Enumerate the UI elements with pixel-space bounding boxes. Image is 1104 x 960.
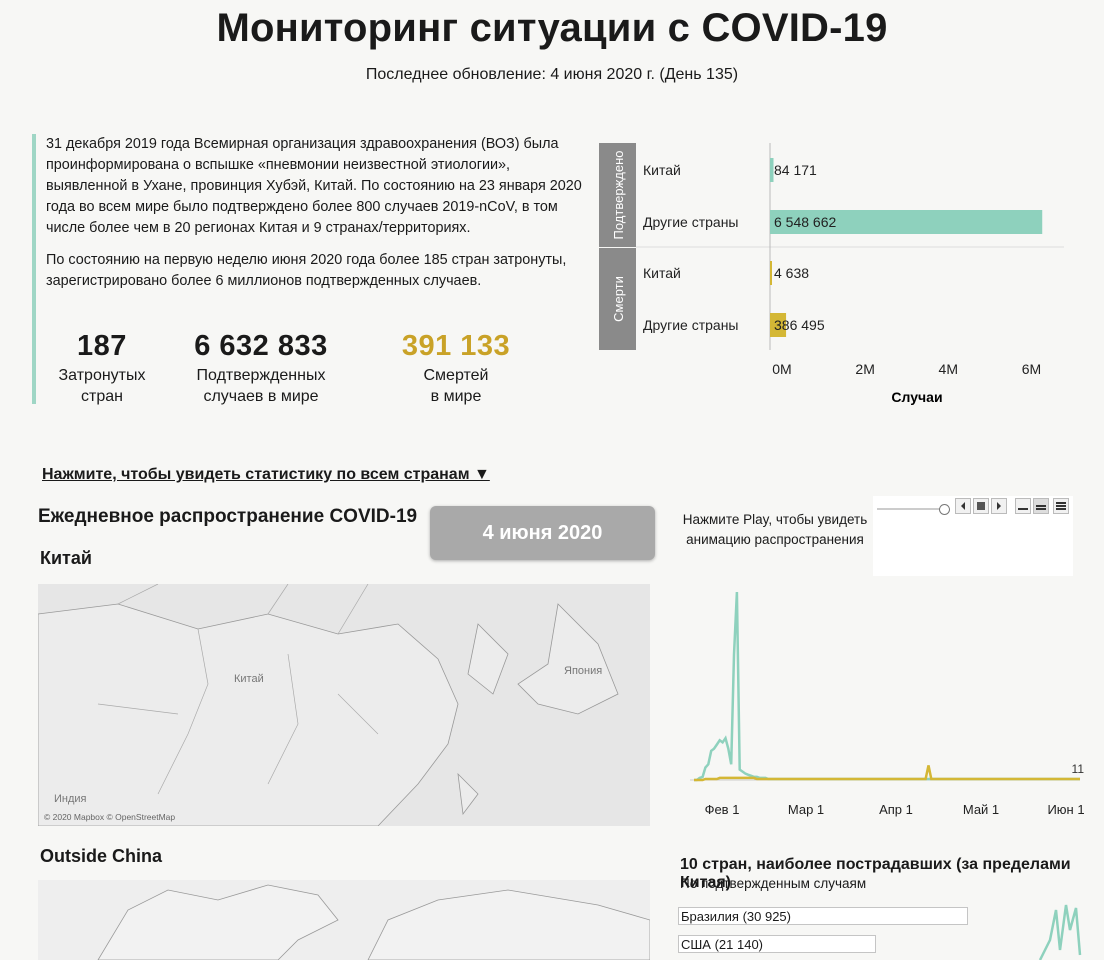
top10-bar[interactable]: Бразилия (30 925): [678, 907, 968, 925]
outside-china-label: Outside China: [40, 846, 163, 866]
trend-ticks: Фев 1 Мар 1 Апр 1 Май 1 Июн 1: [705, 802, 1085, 817]
speed-fast-icon[interactable]: [1053, 498, 1069, 514]
x-tick-label: 0M: [772, 361, 791, 377]
world-map[interactable]: [38, 880, 650, 960]
stat-deaths: 391 133 Смертей в мире: [376, 330, 536, 407]
prev-icon[interactable]: [955, 498, 971, 514]
bar-value-label: 6 548 662: [774, 214, 836, 230]
stat-confirmed-label-2: случаев в мире: [203, 388, 319, 405]
stat-confirmed-value: 6 632 833: [194, 330, 328, 362]
stat-countries-label-1: Затронутых: [58, 367, 146, 384]
bar-value-label: 4 638: [774, 265, 809, 281]
eurasia-landmass: [367, 889, 650, 960]
top10-sparkline-path: [1038, 904, 1082, 960]
map-attribution: © 2020 Mapbox © OpenStreetMap: [44, 812, 175, 822]
cases-axis-label: Случаи: [891, 389, 942, 405]
trend-tick-label: Фев 1: [705, 802, 740, 817]
slider-knob-icon[interactable]: [939, 504, 950, 515]
bar-category-label: Другие страны: [643, 317, 739, 333]
bar-category-label: Китай: [643, 265, 681, 281]
map-label-china: Китай: [234, 673, 264, 685]
trend-line-confirmed: [694, 591, 1080, 782]
bar: [770, 158, 774, 182]
group-label-deaths: Смерти: [611, 276, 626, 322]
china-map-shapes: Китай Япония Индия © 2020 Mapbox © OpenS…: [38, 584, 619, 826]
daily-spread-heading: Ежедневное распространение COVID-19: [38, 506, 418, 527]
korea-landmass: [467, 623, 509, 695]
top10-bar[interactable]: США (21 140): [678, 935, 876, 953]
speed-slow-icon[interactable]: [1015, 498, 1031, 514]
trend-tick-label: Май 1: [963, 802, 999, 817]
intro-paragraph-2: По состоянию на первую неделю июня 2020 …: [46, 252, 567, 289]
china-map-label: Китай: [40, 548, 92, 568]
bar: [770, 261, 772, 285]
map-label-india: Индия: [54, 793, 87, 805]
japan-landmass: [517, 603, 619, 715]
x-tick-label: 4M: [939, 361, 958, 377]
bar-value-label: 84 171: [774, 162, 817, 178]
stat-countries: 187 Затронутых стран: [42, 330, 162, 407]
stat-deaths-label-1: Смертей: [423, 367, 489, 384]
current-date-display: 4 июня 2020: [430, 506, 655, 560]
group-label-confirmed: Подтверждено: [611, 151, 626, 240]
world-map-shapes: [97, 884, 650, 960]
page-title: Мониторинг ситуации с COVID-19: [216, 6, 888, 50]
stat-deaths-label-2: в мире: [430, 388, 482, 405]
intro-panel: 31 декабря 2019 года Всемирная организац…: [32, 134, 591, 407]
x-tick-label: 6M: [1022, 361, 1041, 377]
stop-icon[interactable]: [973, 498, 989, 514]
intro-paragraph-1: 31 декабря 2019 года Всемирная организац…: [46, 136, 582, 236]
bar-value-label: 386 495: [774, 317, 825, 333]
stat-confirmed-label-1: Подтвержденных: [196, 367, 326, 384]
china-landmass: [38, 603, 459, 826]
map-label-japan: Япония: [564, 665, 602, 677]
stat-confirmed: 6 632 833 Подтвержденных случаев в мире: [176, 330, 346, 407]
trend-line-deaths: [694, 765, 1080, 782]
cases-bar-chart: Подтверждено Смерти Китай 84 171 Другие ст…: [599, 143, 1064, 405]
play-hint: Нажмите Play, чтобы увидеть анимацию рас…: [682, 512, 868, 547]
stat-countries-label-2: стран: [81, 388, 123, 405]
bar-category-label: Другие страны: [643, 214, 739, 230]
trend-end-label: 11: [1072, 762, 1085, 776]
next-icon[interactable]: [991, 498, 1007, 514]
trend-tick-label: Июн 1: [1047, 802, 1084, 817]
trend-tick-label: Мар 1: [788, 802, 824, 817]
trend-tick-label: Апр 1: [879, 802, 913, 817]
cases-ticks: 0M 2M 4M 6M: [772, 361, 1041, 377]
north-america-landmass: [97, 884, 339, 960]
daily-trend-chart: Фев 1 Мар 1 Апр 1 Май 1 Июн 1 11: [690, 591, 1085, 817]
timeline-slider-track[interactable]: [877, 508, 945, 510]
stat-countries-value: 187: [77, 330, 127, 362]
bar-category-label: Китай: [643, 162, 681, 178]
china-map[interactable]: Китай Япония Индия © 2020 Mapbox © OpenS…: [38, 584, 650, 826]
taiwan-landmass: [457, 772, 479, 816]
all-countries-link[interactable]: Нажмите, чтобы увидеть статистику по все…: [42, 466, 490, 484]
top10-sparkline: [1038, 904, 1082, 960]
x-tick-label: 2M: [855, 361, 874, 377]
last-updated: Последнее обновление: 4 июня 2020 г. (Де…: [365, 66, 739, 83]
top10-subtitle: По подтвержденным случаям: [680, 876, 867, 891]
speed-medium-icon[interactable]: [1033, 498, 1049, 514]
stat-deaths-value: 391 133: [401, 330, 511, 362]
